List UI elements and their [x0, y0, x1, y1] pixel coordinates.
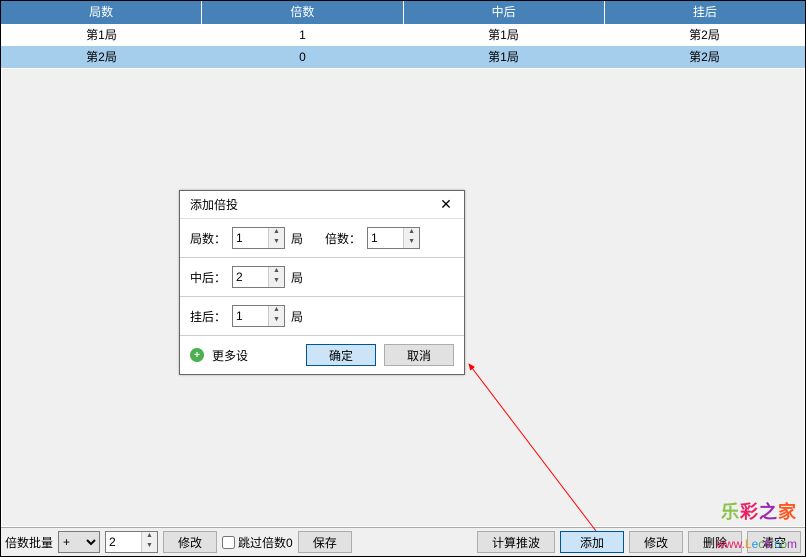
rounds-stepper[interactable]: ▲▼ — [232, 227, 285, 249]
chevron-up-icon[interactable]: ▲ — [403, 228, 419, 238]
modify-button[interactable]: 修改 — [163, 531, 217, 553]
chevron-down-icon[interactable]: ▼ — [141, 542, 157, 552]
table-row[interactable]: 第1局 1 第1局 第2局 — [1, 24, 805, 46]
batch-value-input[interactable] — [106, 532, 141, 552]
skip-zero-input[interactable] — [222, 536, 235, 549]
skip-zero-label: 跳过倍数0 — [238, 534, 293, 551]
cell: 第1局 — [403, 46, 604, 68]
cell: 1 — [202, 24, 403, 46]
multiplier-stepper[interactable]: ▲▼ — [367, 227, 420, 249]
watermark-logo: 乐彩之家 — [721, 498, 797, 524]
cancel-button[interactable]: 取消 — [384, 344, 454, 366]
after-lose-input[interactable] — [233, 306, 268, 326]
chevron-down-icon[interactable]: ▼ — [403, 238, 419, 248]
chevron-down-icon[interactable]: ▼ — [268, 238, 284, 248]
cell: 第1局 — [1, 24, 202, 46]
after-win-input[interactable] — [233, 267, 268, 287]
close-icon[interactable]: ✕ — [434, 195, 458, 215]
unit-label: 局 — [291, 269, 303, 286]
chevron-down-icon[interactable]: ▼ — [268, 277, 284, 287]
edit-button[interactable]: 修改 — [629, 531, 683, 553]
chevron-up-icon[interactable]: ▲ — [268, 228, 284, 238]
more-settings-link[interactable]: 更多设 — [212, 347, 248, 364]
chevron-up-icon[interactable]: ▲ — [141, 532, 157, 542]
calc-button[interactable]: 计算推波 — [477, 531, 555, 553]
operator-select[interactable]: + — [58, 531, 100, 553]
dialog-title: 添加倍投 — [190, 196, 238, 213]
batch-label: 倍数批量 — [5, 534, 53, 551]
after-win-label: 中后： — [190, 269, 226, 286]
col-header[interactable]: 中后 — [404, 1, 605, 24]
multiplier-label: 倍数： — [325, 230, 361, 247]
cell: 第1局 — [403, 24, 604, 46]
add-button[interactable]: 添加 — [560, 531, 624, 553]
after-lose-stepper[interactable]: ▲▼ — [232, 305, 285, 327]
skip-zero-checkbox[interactable]: 跳过倍数0 — [222, 534, 293, 551]
col-header[interactable]: 局数 — [1, 1, 202, 24]
rounds-label: 局数： — [190, 230, 226, 247]
cell: 第2局 — [1, 46, 202, 68]
ok-button[interactable]: 确定 — [306, 344, 376, 366]
chevron-up-icon[interactable]: ▲ — [268, 306, 284, 316]
save-button[interactable]: 保存 — [298, 531, 352, 553]
cell: 第2局 — [604, 46, 805, 68]
cell: 第2局 — [604, 24, 805, 46]
multiplier-input[interactable] — [368, 228, 403, 248]
table-header-row: 局数 倍数 中后 挂后 — [1, 1, 805, 24]
col-header[interactable]: 挂后 — [605, 1, 805, 24]
data-table: 局数 倍数 中后 挂后 第1局 1 第1局 第2局 第2局 0 第1局 第2局 — [1, 1, 805, 68]
unit-label: 局 — [291, 230, 303, 247]
rounds-input[interactable] — [233, 228, 268, 248]
chevron-down-icon[interactable]: ▼ — [268, 316, 284, 326]
after-win-stepper[interactable]: ▲▼ — [232, 266, 285, 288]
table-row[interactable]: 第2局 0 第1局 第2局 — [1, 46, 805, 68]
cell: 0 — [202, 46, 403, 68]
plus-icon: + — [190, 348, 204, 362]
batch-value-stepper[interactable]: ▲▼ — [105, 531, 158, 553]
chevron-up-icon[interactable]: ▲ — [268, 267, 284, 277]
watermark-url: www.Lec6.com — [716, 537, 797, 551]
bottom-toolbar: 倍数批量 + ▲▼ 修改 跳过倍数0 保存 计算推波 添加 修改 删除 清空 — [1, 527, 805, 556]
unit-label: 局 — [291, 308, 303, 325]
after-lose-label: 挂后： — [190, 308, 226, 325]
add-multiplier-dialog: 添加倍投 ✕ 局数： ▲▼ 局 倍数： ▲▼ 中后： ▲▼ 局 — [179, 190, 465, 375]
col-header[interactable]: 倍数 — [202, 1, 403, 24]
